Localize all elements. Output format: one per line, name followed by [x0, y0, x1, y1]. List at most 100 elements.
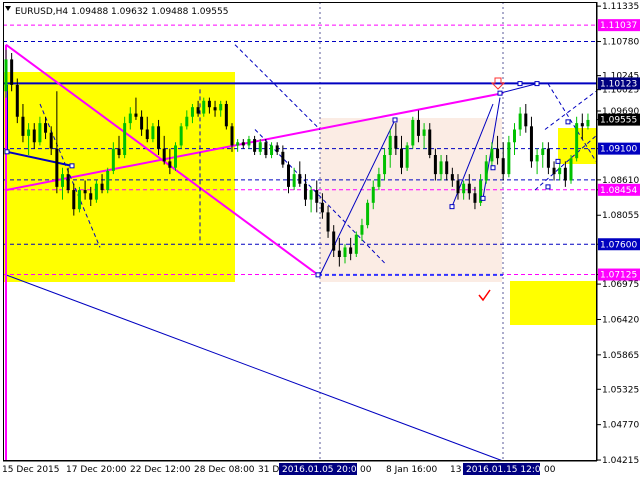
candle-body [179, 126, 183, 146]
candle-body [21, 116, 25, 136]
candle-body [270, 145, 274, 155]
wave-marker [545, 184, 551, 190]
y-tick-label: 1.06420 [602, 315, 639, 325]
candle-body [190, 107, 194, 117]
candle-body [462, 183, 466, 194]
candle-body [219, 104, 223, 111]
x-tick: 00 [544, 465, 556, 475]
crosshair-time-label-2: 2016.01.15 12:00 [466, 465, 547, 475]
candle-body [439, 161, 443, 175]
candle-body [552, 167, 556, 175]
candle-body [400, 148, 403, 168]
wave-marker [4, 149, 10, 155]
y-tick-label: 1.05865 [602, 351, 639, 361]
candle-body [264, 142, 268, 155]
candle-body [541, 148, 545, 155]
candle-body [89, 193, 93, 200]
candle-body [230, 126, 234, 146]
x-tick: 28 Dec 08:00 [194, 465, 255, 475]
candle-body [157, 126, 161, 149]
candle-body [558, 167, 562, 175]
candle-body [134, 113, 138, 117]
candle-body [320, 202, 324, 213]
x-tick: 13 [450, 465, 461, 475]
candle-body [174, 145, 177, 168]
candle-body [309, 190, 313, 200]
candle-body [287, 164, 290, 187]
candle-body [337, 250, 341, 257]
candle-body [151, 126, 155, 140]
candle-body [83, 190, 87, 194]
wave-marker [497, 90, 503, 96]
candle-body [224, 104, 228, 127]
candle-body [366, 202, 370, 226]
candle-body [253, 139, 257, 152]
candle-body [247, 139, 251, 146]
candle-body [94, 183, 98, 200]
candle-body [15, 84, 19, 117]
price-label-text: 1.08454 [600, 186, 637, 196]
y-tick-label: 1.11335 [602, 2, 639, 12]
candle-body [185, 116, 189, 127]
candle-body [298, 174, 302, 184]
y-tick-label: 1.10780 [602, 38, 639, 48]
candle-body [44, 123, 48, 133]
candle-body [213, 107, 217, 111]
candle-body [343, 247, 347, 257]
candle-body [490, 148, 494, 162]
candle-body [38, 123, 42, 143]
price-label-text: 1.11037 [600, 21, 637, 31]
candle-body [518, 113, 522, 130]
candle-body [202, 100, 206, 114]
candle-body [281, 151, 285, 165]
candle-body [450, 174, 454, 181]
candle-body [49, 132, 53, 149]
yellow-target-zone [510, 281, 596, 325]
candle-body [445, 161, 449, 175]
x-tick: 00 [360, 465, 372, 475]
candle-body [236, 142, 240, 146]
candle-body [326, 212, 330, 232]
candle-body [496, 148, 500, 159]
candle-body [563, 167, 567, 181]
wave-marker [534, 81, 540, 87]
candle-body [467, 183, 471, 194]
candle-body [360, 225, 364, 235]
candle-body [405, 145, 409, 168]
candle-body [535, 155, 539, 162]
candle-body [128, 113, 132, 124]
candle-body [196, 107, 200, 114]
candle-body [529, 126, 533, 162]
candle-body [394, 135, 398, 149]
wave-marker [480, 195, 486, 201]
candle-body [456, 180, 460, 194]
candle-body [388, 135, 392, 155]
candle-body [433, 155, 437, 175]
candle-body [377, 174, 381, 187]
candle-body [473, 193, 477, 203]
candle-body [61, 174, 64, 187]
candle-body [332, 231, 336, 251]
candle-body [123, 123, 127, 155]
candle-body [586, 119, 590, 127]
candle-body [383, 155, 387, 175]
candle-body [546, 148, 550, 168]
price-label-text: 1.07600 [600, 240, 637, 250]
price-chart[interactable]: EURUSD,H4 1.09488 1.09632 1.09488 1.0955… [0, 0, 640, 480]
candle-body [55, 148, 59, 187]
price-label-text: 1.09100 [600, 145, 637, 155]
wave-marker [565, 119, 571, 125]
wave-marker [69, 163, 75, 169]
wave-marker [490, 165, 496, 171]
candle-body [569, 158, 573, 181]
y-tick-label: 1.06975 [602, 280, 639, 290]
candle-body [77, 190, 81, 210]
candle-body [349, 247, 353, 254]
x-tick: 15 Dec 2015 [2, 465, 60, 475]
candle-body [507, 142, 511, 175]
candle-body [354, 234, 358, 254]
x-tick: 22 Dec 12:00 [130, 465, 191, 475]
candle-body [207, 100, 211, 108]
candle-body [258, 142, 262, 152]
candle-body [275, 145, 279, 152]
